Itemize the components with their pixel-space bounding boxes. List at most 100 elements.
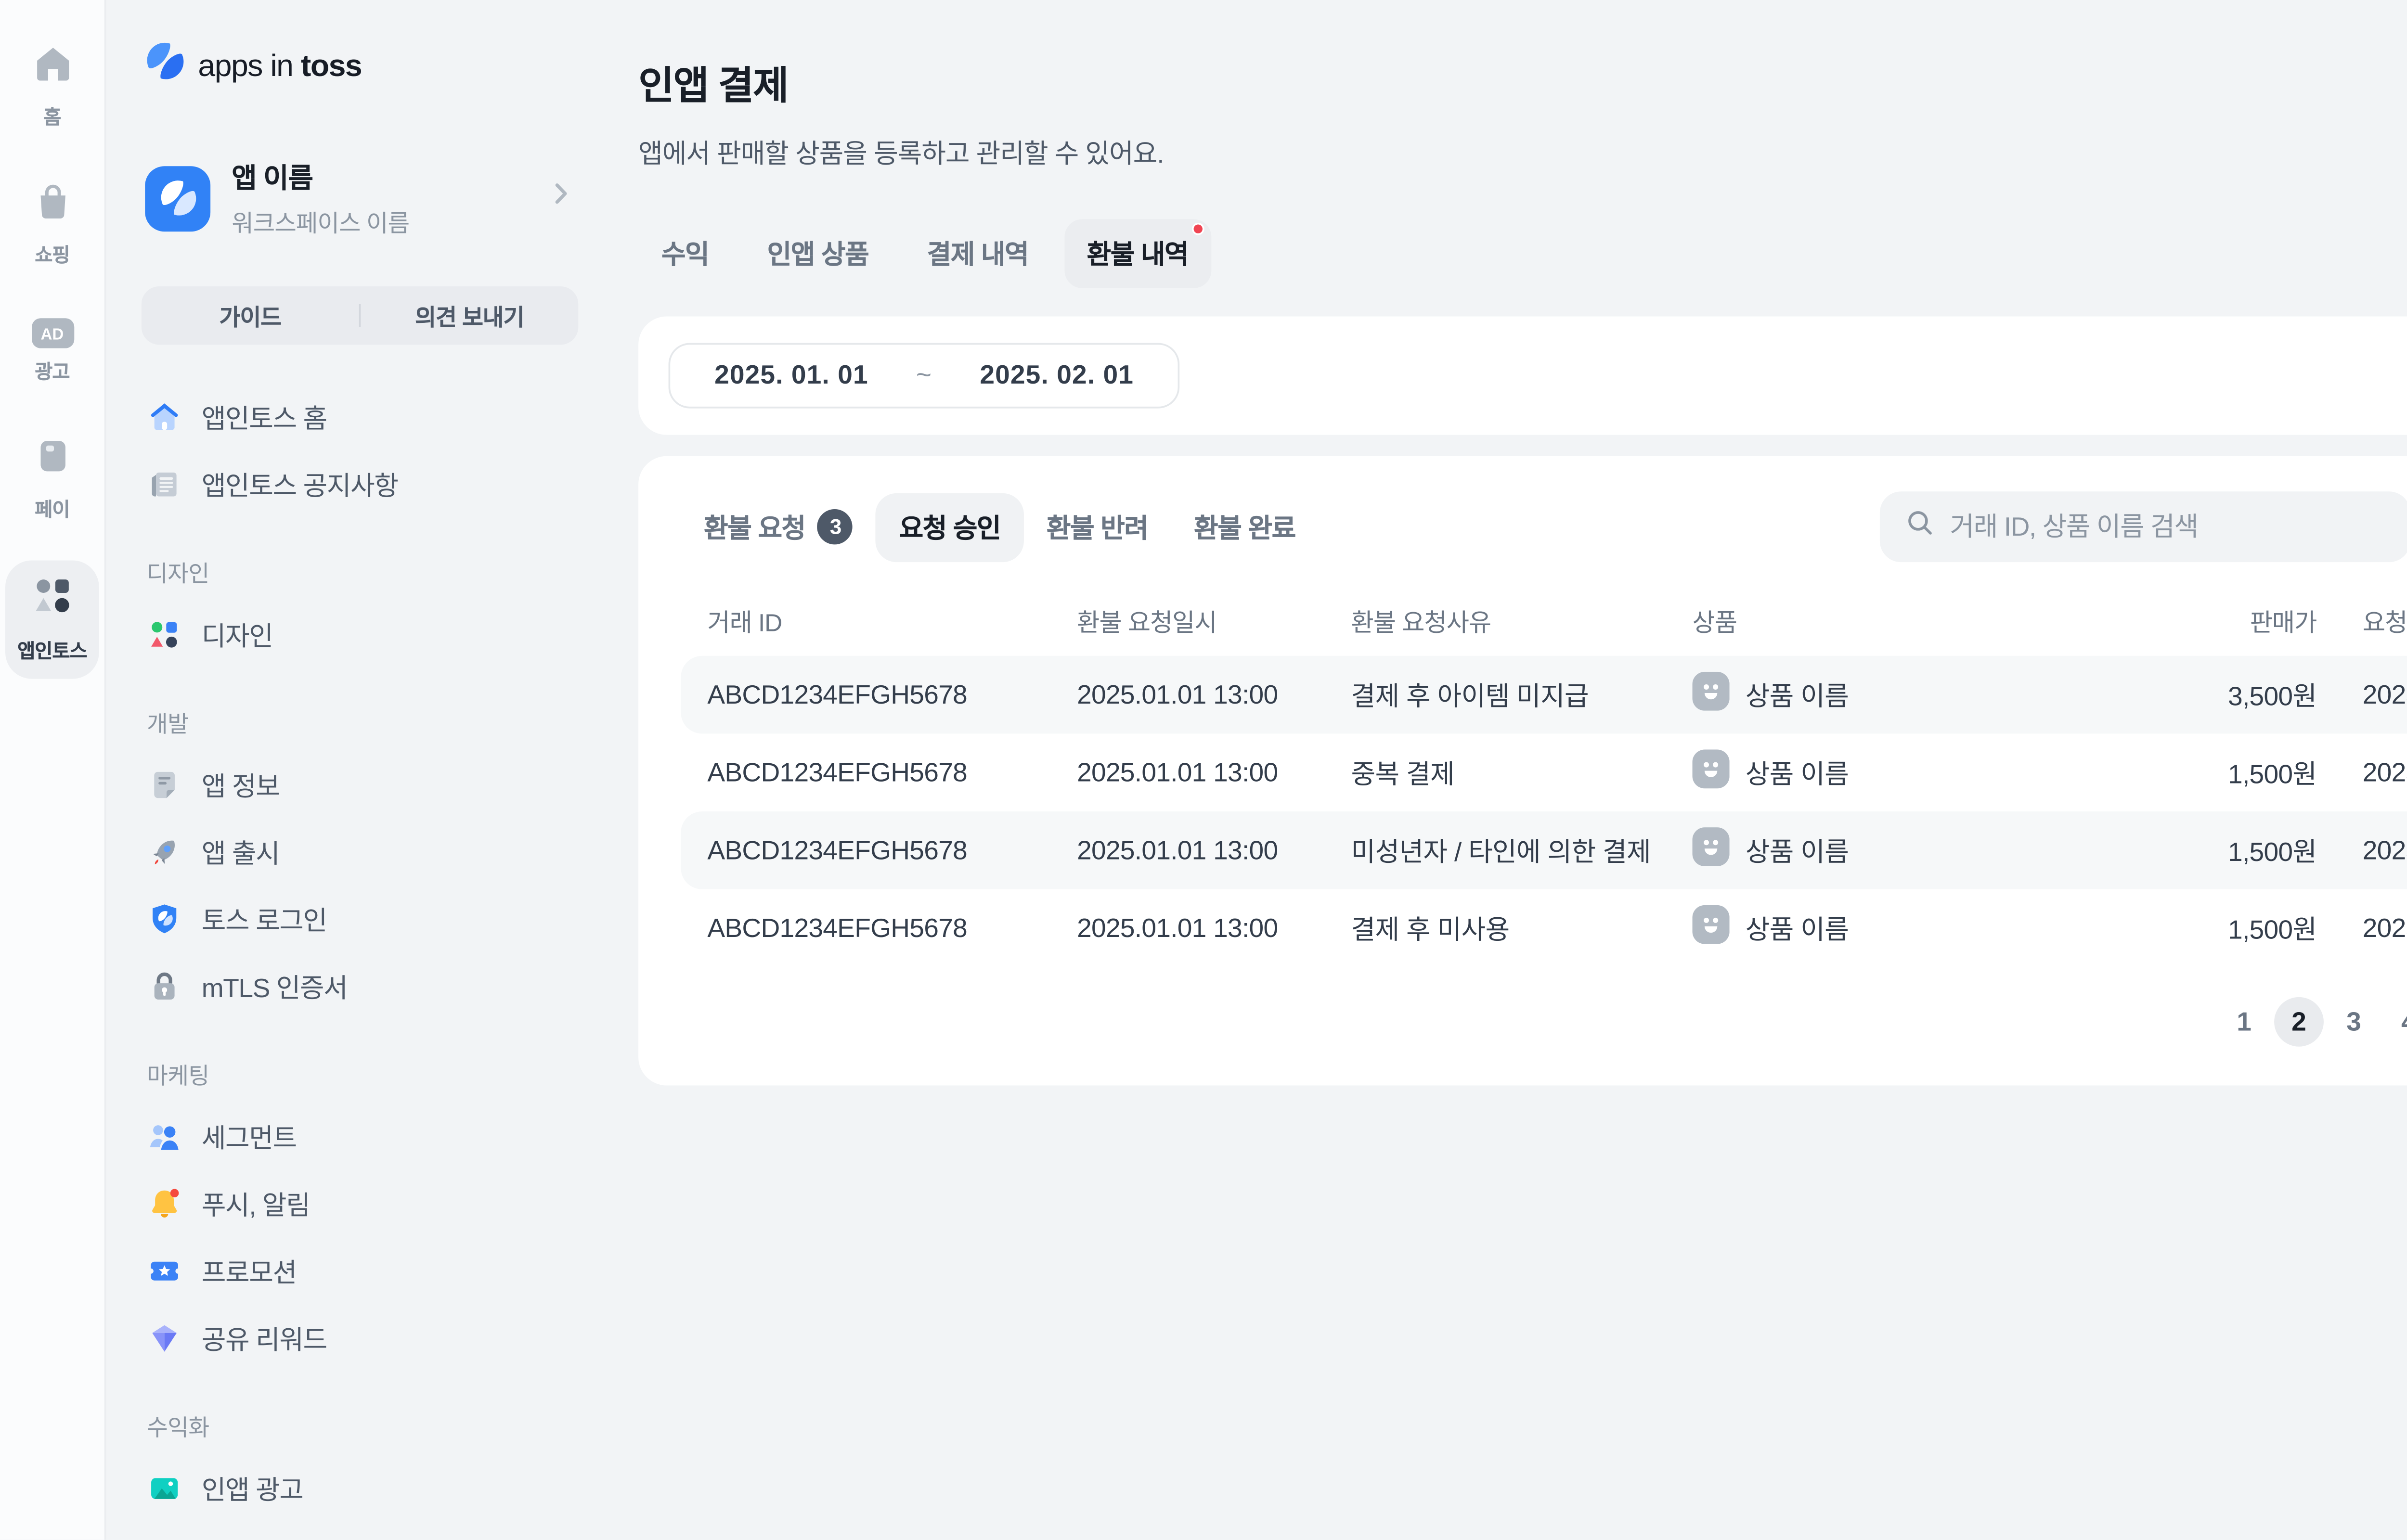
pay-device-icon	[31, 435, 73, 487]
table-row[interactable]: ABCD1234EFGH5678 2025.01.01 13:00 결제 후 아…	[681, 656, 2407, 734]
bell-icon	[147, 1186, 182, 1221]
col-header-requested-at: 환불 요청일시	[1077, 604, 1351, 640]
sidebar-item-label: 디자인	[202, 616, 273, 653]
feedback-button[interactable]: 의견 보내기	[361, 299, 578, 333]
rocket-icon	[147, 834, 182, 870]
sidebar-item-label: 앱 정보	[202, 766, 280, 803]
app-avatar	[145, 165, 210, 231]
cell-reason: 결제 후 미사용	[1351, 910, 1693, 947]
image-icon	[147, 1471, 182, 1506]
sidebar-item-app-release[interactable]: 앱 출시	[142, 819, 578, 886]
filter-refund-rejected[interactable]: 환불 반려	[1023, 492, 1171, 561]
page-tabs: 수익 인앱 상품 결제 내역 환불 내역	[638, 219, 2407, 288]
sidebar-item-app-info[interactable]: 앱 정보	[142, 751, 578, 819]
product-name: 상품 이름	[1746, 910, 1849, 947]
page-header-text: 인앱 결제 앱에서 판매할 상품을 등록하고 관리할 수 있어요.	[638, 55, 1164, 171]
sidebar-section-monetization: 수익화	[147, 1409, 578, 1443]
table-row[interactable]: ABCD1234EFGH5678 2025.01.01 13:00 결제 후 미…	[681, 889, 2407, 967]
rail-item-shopping[interactable]: 쇼핑	[5, 168, 99, 283]
tab-payment-history[interactable]: 결제 내역	[904, 219, 1051, 288]
sidebar-item-share-reward[interactable]: 공유 리워드	[142, 1305, 578, 1372]
home-icon	[31, 42, 73, 94]
page-title: 인앱 결제	[638, 55, 1164, 112]
sidebar-item-push[interactable]: 푸시, 알림	[142, 1170, 578, 1238]
rail-item-home[interactable]: 홈	[5, 30, 99, 145]
date-range-input[interactable]: 2025. 01. 01 ~ 2025. 02. 01	[669, 343, 1180, 409]
cell-reason: 중복 결제	[1351, 754, 1693, 791]
brand-logo[interactable]: apps in toss	[145, 40, 578, 90]
cell-price: 1,500원	[2113, 832, 2316, 869]
news-icon	[147, 467, 182, 502]
cell-requested-at: 2025.01.01 13:00	[1077, 757, 1351, 787]
product-thumbnail-icon	[1693, 827, 1730, 873]
page-button-3[interactable]: 3	[2329, 997, 2379, 1047]
sidebar-item-label: 프로모션	[202, 1253, 297, 1290]
page-button-4[interactable]: 4	[2384, 997, 2407, 1047]
table-row[interactable]: ABCD1234EFGH5678 2025.01.01 13:00 미성년자 /…	[681, 811, 2407, 889]
page-subtitle: 앱에서 판매할 상품을 등록하고 관리할 수 있어요.	[638, 134, 1164, 171]
sidebar-item-design[interactable]: 디자인	[142, 601, 578, 668]
sidebar-item-segment[interactable]: 세그먼트	[142, 1103, 578, 1170]
sidebar-item-inapp-ads[interactable]: 인앱 광고	[142, 1455, 578, 1522]
cell-product: 상품 이름	[1693, 827, 2113, 873]
page-header: 인앱 결제 앱에서 판매할 상품을 등록하고 관리할 수 있어요. 상품 등록	[638, 55, 2407, 171]
filter-label: 환불 요청	[704, 508, 805, 545]
page-button-1[interactable]: 1	[2219, 997, 2269, 1047]
rail-item-label: 페이	[35, 495, 69, 524]
sidebar-item-appintoss-home[interactable]: 앱인토스 홈	[142, 384, 578, 451]
filter-request-approved[interactable]: 요청 승인	[876, 492, 1023, 561]
cell-approved-at: 2025. 01. 01	[2316, 757, 2407, 787]
product-name: 상품 이름	[1746, 754, 1849, 791]
col-header-price: 판매가	[2113, 604, 2316, 640]
appintoss-shapes-icon	[29, 573, 76, 628]
sidebar-section-development: 개발	[147, 706, 578, 739]
rail-item-ads[interactable]: AD 광고	[5, 306, 99, 400]
sidebar-item-toss-login[interactable]: 토스 로그인	[142, 886, 578, 953]
date-range-end: 2025. 02. 01	[980, 360, 1134, 390]
sidebar-item-label: 앱 출시	[202, 834, 280, 871]
count-badge: 3	[818, 509, 853, 544]
cell-approved-at: 2025. 01. 01	[2316, 835, 2407, 865]
people-icon	[147, 1119, 182, 1154]
col-header-reason: 환불 요청사유	[1351, 604, 1693, 640]
tab-revenue[interactable]: 수익	[638, 219, 732, 288]
chevron-right-icon	[546, 180, 575, 217]
search-input[interactable]	[1950, 512, 2385, 541]
cell-product: 상품 이름	[1693, 905, 2113, 951]
ticket-icon	[147, 1253, 182, 1288]
table-row[interactable]: ABCD1234EFGH5678 2025.01.01 13:00 중복 결제 …	[681, 733, 2407, 811]
search-box[interactable]	[1879, 491, 2407, 562]
home-icon	[147, 399, 182, 435]
filter-refund-completed[interactable]: 환불 완료	[1171, 492, 1318, 561]
cell-transaction-id: ABCD1234EFGH5678	[707, 680, 1077, 709]
sidebar-section-design: 디자인	[147, 555, 578, 589]
date-range-start: 2025. 01. 01	[714, 360, 868, 390]
cell-transaction-id: ABCD1234EFGH5678	[707, 835, 1077, 865]
tab-label: 환불 내역	[1087, 241, 1189, 270]
workspace-switcher[interactable]: 앱 이름 워크스페이스 이름	[145, 157, 578, 239]
sidebar-item-notices[interactable]: 앱인토스 공지사항	[142, 451, 578, 518]
tab-inapp-products[interactable]: 인앱 상품	[744, 219, 892, 288]
search-icon	[1904, 507, 1934, 546]
rail-item-pay[interactable]: 페이	[5, 423, 99, 538]
col-header-transaction-id: 거래 ID	[707, 604, 1077, 640]
sidebar-item-promotion[interactable]: 프로모션	[142, 1237, 578, 1305]
sidebar-item-mtls-cert[interactable]: mTLS 인증서	[142, 953, 578, 1020]
sidebar-item-label: 토스 로그인	[202, 901, 327, 938]
rail-item-label: 홈	[43, 103, 61, 131]
guide-button[interactable]: 가이드	[142, 299, 359, 333]
service-rail: 홈 쇼핑 AD 광고 페이 앱인토스	[0, 0, 106, 1540]
ad-icon: AD	[31, 318, 73, 348]
sidebar-section-marketing: 마케팅	[147, 1057, 578, 1091]
rail-item-appintoss[interactable]: 앱인토스	[5, 560, 99, 679]
product-thumbnail-icon	[1693, 750, 1730, 796]
page-button-2-current[interactable]: 2	[2274, 997, 2324, 1047]
cell-transaction-id: ABCD1234EFGH5678	[707, 913, 1077, 943]
tab-refund-history[interactable]: 환불 내역	[1064, 219, 1211, 288]
brand-logo-text: apps in toss	[198, 47, 362, 84]
sidebar-item-label: mTLS 인증서	[202, 968, 348, 1005]
sidebar-item-label: 앱인토스 공지사항	[202, 466, 398, 503]
workspace-name: 워크스페이스 이름	[232, 203, 409, 238]
filter-refund-requested[interactable]: 환불 요청 3	[681, 492, 876, 561]
cell-requested-at: 2025.01.01 13:00	[1077, 835, 1351, 865]
